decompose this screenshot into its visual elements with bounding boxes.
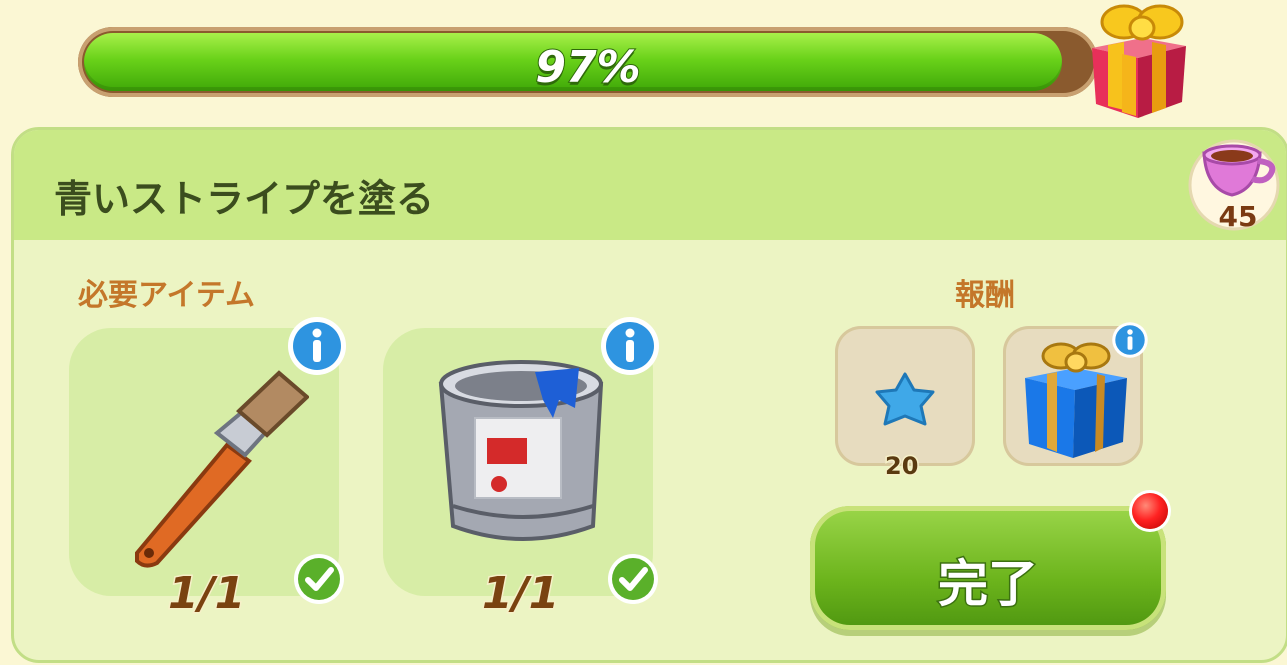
teacup-count: 45 [1218, 200, 1258, 233]
info-icon[interactable] [286, 315, 348, 377]
complete-button[interactable]: 完了 [810, 506, 1166, 630]
required-items-label: 必要アイテム [78, 278, 255, 313]
complete-button-label: 完了 [937, 554, 1040, 615]
item-count: 1/1 [166, 567, 246, 621]
info-icon[interactable] [599, 315, 661, 377]
progress-label: 97% [534, 41, 641, 94]
task-header: 青いストライプを塗る [14, 130, 1286, 240]
reward-value: 20 [883, 451, 919, 482]
gift-box-icon[interactable] [1082, 0, 1194, 122]
paintbrush-icon [135, 370, 309, 568]
blue-star-icon [875, 372, 935, 426]
notification-dot [1132, 493, 1168, 529]
item-count: 1/1 [480, 567, 560, 621]
check-icon [608, 554, 658, 604]
progress-bar: 97% [78, 27, 1098, 97]
task-title: 青いストライプを塗る [54, 177, 435, 221]
reward-card[interactable] [835, 326, 975, 466]
check-icon [294, 554, 344, 604]
paint-can-icon [438, 360, 604, 541]
info-icon[interactable] [1111, 321, 1149, 359]
rewards-label: 報酬 [955, 278, 1015, 313]
